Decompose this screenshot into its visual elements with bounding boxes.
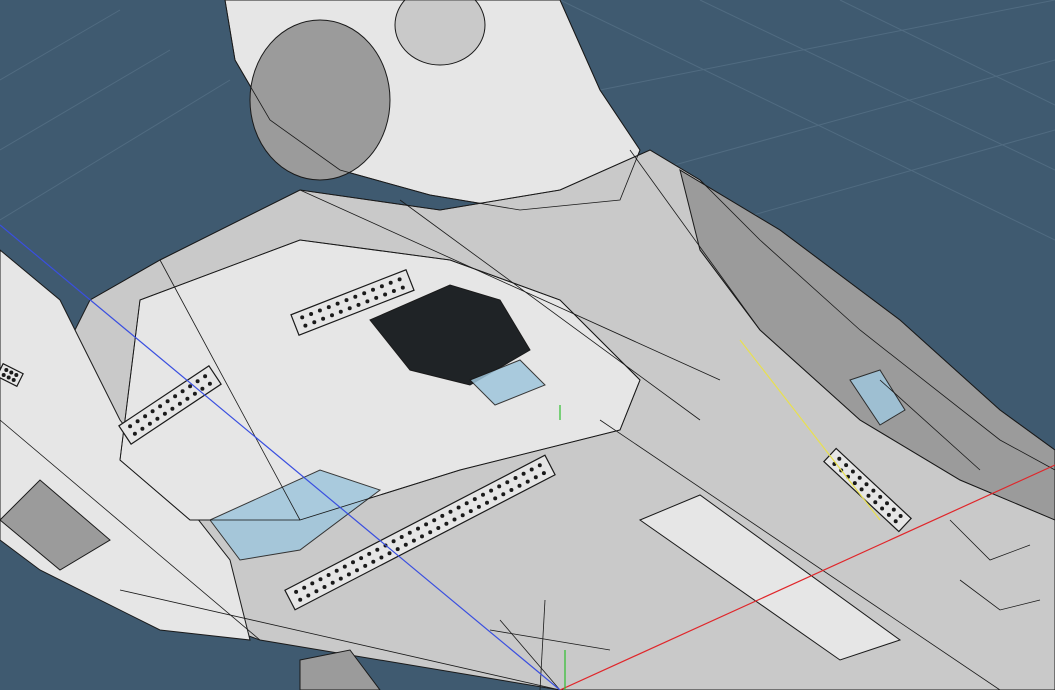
3d-viewport[interactable] [0,0,1055,690]
viewport-scene[interactable] [0,0,1055,690]
